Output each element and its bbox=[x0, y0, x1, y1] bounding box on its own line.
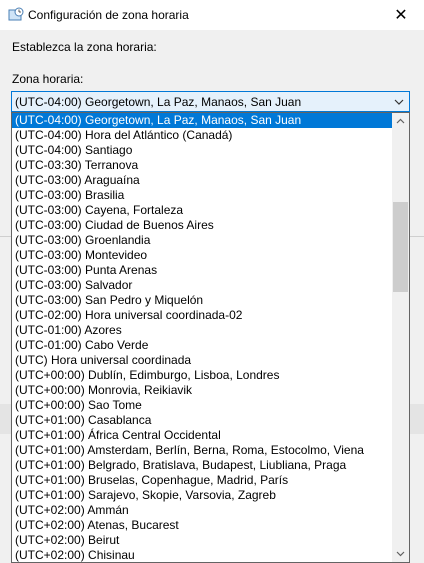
timezone-option[interactable]: (UTC+00:00) Dublín, Edimburgo, Lisboa, L… bbox=[12, 368, 393, 383]
timezone-option[interactable]: (UTC+02:00) Chisinau bbox=[12, 548, 393, 562]
chevron-down-icon bbox=[396, 551, 405, 557]
timezone-option[interactable]: (UTC+02:00) Beirut bbox=[12, 533, 393, 548]
timezone-option[interactable]: (UTC-03:00) Cayena, Fortaleza bbox=[12, 203, 393, 218]
timezone-option[interactable]: (UTC+02:00) Atenas, Bucarest bbox=[12, 518, 393, 533]
title-bar: Configuración de zona horaria ✕ bbox=[0, 0, 424, 30]
timezone-options: (UTC-04:00) Georgetown, La Paz, Manaos, … bbox=[12, 113, 393, 562]
timezone-option[interactable]: (UTC-01:00) Azores bbox=[12, 323, 393, 338]
timezone-option[interactable]: (UTC) Hora universal coordinada bbox=[12, 353, 393, 368]
timezone-option[interactable]: (UTC+00:00) Sao Tome bbox=[12, 398, 393, 413]
scroll-up-button[interactable] bbox=[392, 113, 409, 130]
timezone-option[interactable]: (UTC-02:00) Hora universal coordinada-02 bbox=[12, 308, 393, 323]
timezone-option[interactable]: (UTC+01:00) Belgrado, Bratislava, Budape… bbox=[12, 458, 393, 473]
chevron-down-icon[interactable] bbox=[393, 96, 405, 108]
timezone-option[interactable]: (UTC-03:00) Araguaína bbox=[12, 173, 393, 188]
close-button[interactable]: ✕ bbox=[378, 0, 424, 30]
timezone-combobox[interactable]: (UTC-04:00) Georgetown, La Paz, Manaos, … bbox=[11, 91, 410, 112]
timezone-option[interactable]: (UTC+00:00) Monrovia, Reikiavik bbox=[12, 383, 393, 398]
background-panel-edge bbox=[410, 404, 424, 434]
timezone-option[interactable]: (UTC+01:00) Sarajevo, Skopie, Varsovia, … bbox=[12, 488, 393, 503]
timezone-option[interactable]: (UTC-01:00) Cabo Verde bbox=[12, 338, 393, 353]
timezone-option[interactable]: (UTC-03:00) Ciudad de Buenos Aires bbox=[12, 218, 393, 233]
timezone-option[interactable]: (UTC-03:00) Brasilia bbox=[12, 188, 393, 203]
scroll-thumb[interactable] bbox=[393, 201, 408, 292]
timezone-option[interactable]: (UTC-04:00) Hora del Atlántico (Canadá) bbox=[12, 128, 393, 143]
timezone-option[interactable]: (UTC-03:00) San Pedro y Miquelón bbox=[12, 293, 393, 308]
background-divider bbox=[0, 236, 11, 237]
timezone-option[interactable]: (UTC+01:00) África Central Occidental bbox=[12, 428, 393, 443]
timezone-option[interactable]: (UTC-03:00) Groenlandia bbox=[12, 233, 393, 248]
background-panel-edge bbox=[0, 404, 11, 434]
timezone-label: Zona horaria: bbox=[12, 72, 84, 86]
timezone-option[interactable]: (UTC-03:00) Punta Arenas bbox=[12, 263, 393, 278]
timezone-option[interactable]: (UTC-03:00) Montevideo bbox=[12, 248, 393, 263]
close-icon: ✕ bbox=[394, 7, 408, 24]
scroll-down-button[interactable] bbox=[392, 545, 409, 562]
timezone-option[interactable]: (UTC-04:00) Georgetown, La Paz, Manaos, … bbox=[12, 113, 393, 128]
chevron-up-icon bbox=[396, 118, 405, 124]
vertical-scrollbar[interactable] bbox=[392, 113, 409, 562]
timezone-option[interactable]: (UTC-03:30) Terranova bbox=[12, 158, 393, 173]
timezone-option[interactable]: (UTC+01:00) Casablanca bbox=[12, 413, 393, 428]
timezone-option[interactable]: (UTC-03:00) Salvador bbox=[12, 278, 393, 293]
timezone-option[interactable]: (UTC+02:00) Ammán bbox=[12, 503, 393, 518]
timezone-option[interactable]: (UTC-04:00) Santiago bbox=[12, 143, 393, 158]
instruction-text: Establezca la zona horaria: bbox=[12, 40, 157, 54]
timezone-option[interactable]: (UTC+01:00) Bruselas, Copenhague, Madrid… bbox=[12, 473, 393, 488]
window-title: Configuración de zona horaria bbox=[28, 8, 189, 22]
combobox-value: (UTC-04:00) Georgetown, La Paz, Manaos, … bbox=[15, 95, 302, 109]
clock-globe-icon bbox=[8, 7, 24, 21]
background-divider bbox=[410, 236, 424, 237]
timezone-option[interactable]: (UTC+01:00) Amsterdam, Berlín, Berna, Ro… bbox=[12, 443, 393, 458]
timezone-dropdown-list[interactable]: (UTC-04:00) Georgetown, La Paz, Manaos, … bbox=[11, 112, 410, 563]
